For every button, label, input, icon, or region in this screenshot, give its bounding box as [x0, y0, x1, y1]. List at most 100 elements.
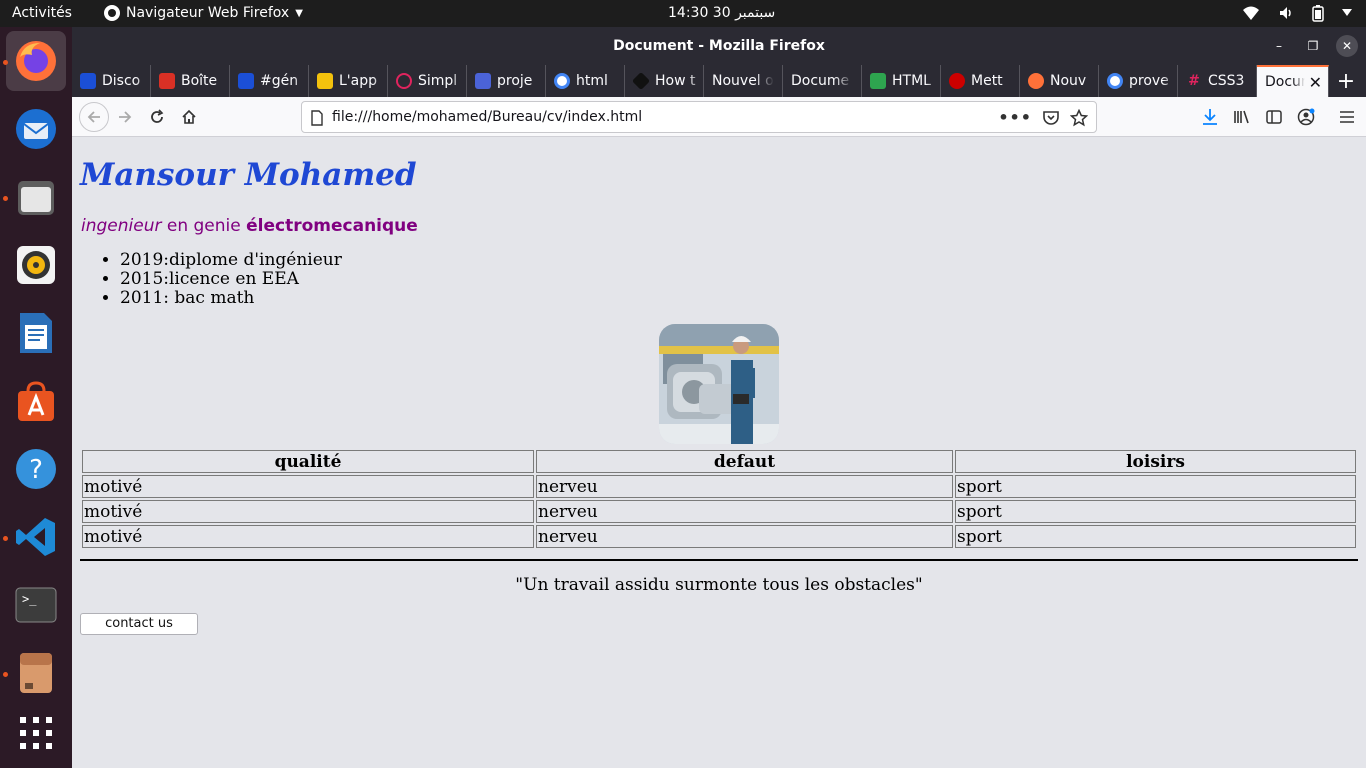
- reload-icon: [151, 109, 164, 123]
- account-button[interactable]: [1293, 104, 1319, 130]
- tab-favicon-icon: [80, 73, 96, 89]
- dock-rhythmbox[interactable]: [6, 235, 66, 295]
- tab[interactable]: html: [546, 65, 625, 97]
- system-tray[interactable]: [1242, 4, 1352, 22]
- tab[interactable]: #gén: [230, 65, 309, 97]
- tab[interactable]: prove: [1099, 65, 1178, 97]
- home-button[interactable]: [176, 104, 202, 130]
- sidebar-icon: [1266, 110, 1282, 124]
- close-tab-icon[interactable]: ✕: [1309, 73, 1322, 92]
- dock-archive[interactable]: [6, 643, 66, 703]
- contact-us-button[interactable]: contact us: [80, 613, 198, 635]
- table-row: motivé nerveu sport: [82, 525, 1356, 548]
- gmail-icon: [159, 73, 175, 89]
- thunderbird-icon: [16, 109, 56, 149]
- tab[interactable]: HTML: [862, 65, 941, 97]
- table-cell: sport: [955, 500, 1356, 523]
- tab-label: #gén: [260, 73, 299, 89]
- running-indicator: [3, 536, 8, 541]
- table-row: motivé nerveu sport: [82, 500, 1356, 523]
- back-button[interactable]: [79, 102, 109, 132]
- slides-icon: [317, 73, 333, 89]
- close-window-button[interactable]: ✕: [1336, 35, 1358, 57]
- activities-button[interactable]: Activités: [12, 5, 72, 21]
- dock-terminal[interactable]: >_: [6, 575, 66, 635]
- table-row: motivé nerveu sport: [82, 475, 1356, 498]
- title-bar[interactable]: Document - Mozilla Firefox – ❐ ✕: [72, 27, 1366, 65]
- tab-label: Docume: [791, 73, 850, 89]
- tab-label: Mett: [971, 73, 1003, 89]
- ubuntu-dock: ? >_: [0, 27, 72, 768]
- firefox-window: Document - Mozilla Firefox – ❐ ✕ Disco B…: [72, 27, 1366, 768]
- dock-show-apps[interactable]: [6, 703, 66, 763]
- tab[interactable]: L'app: [309, 65, 388, 97]
- table-cell: sport: [955, 475, 1356, 498]
- tab[interactable]: How t: [625, 65, 704, 97]
- forward-button[interactable]: [112, 104, 138, 130]
- minimize-button[interactable]: –: [1268, 35, 1290, 57]
- forms-icon: [475, 73, 491, 89]
- libreoffice-writer-icon: [20, 313, 52, 353]
- column-header: loisirs: [955, 450, 1356, 473]
- tab[interactable]: Nouv: [1020, 65, 1099, 97]
- subtitle-italic: ingenieur: [81, 216, 162, 236]
- tab[interactable]: Nouvel o: [704, 65, 783, 97]
- tab[interactable]: # CSS3: [1178, 65, 1257, 97]
- tab-active[interactable]: Docum✕: [1257, 65, 1329, 97]
- app-menu[interactable]: Navigateur Web Firefox ▼: [104, 5, 303, 21]
- clock[interactable]: 14:30 30 سبتمبر: [668, 5, 775, 21]
- tab-bar: Disco Boîte #gén L'app Simpl proje html …: [72, 65, 1366, 97]
- table-cell: motivé: [82, 525, 534, 548]
- new-tab-button[interactable]: +: [1329, 65, 1363, 97]
- firefox-icon: [16, 41, 56, 81]
- downloads-button[interactable]: [1197, 104, 1223, 130]
- page-subtitle: ingenieur en genie électromecanique: [81, 216, 418, 236]
- tab[interactable]: Boîte: [151, 65, 230, 97]
- tab-label: Nouvel o: [712, 73, 774, 89]
- window-title: Document - Mozilla Firefox: [613, 38, 825, 54]
- tab-label: proje: [497, 73, 533, 89]
- list-item: 2015:licence en EEA: [120, 270, 342, 289]
- address-bar[interactable]: file:///home/mohamed/Bureau/cv/index.htm…: [301, 101, 1097, 133]
- terminal-icon: >_: [15, 587, 57, 623]
- quote-text: "Un travail assidu surmonte tous les obs…: [515, 575, 923, 595]
- table-cell: nerveu: [536, 500, 953, 523]
- more-actions-icon[interactable]: •••: [998, 108, 1032, 127]
- sidebar-button[interactable]: [1261, 104, 1287, 130]
- bookmark-star-icon[interactable]: [1070, 108, 1088, 127]
- dock-libreoffice-writer[interactable]: [6, 303, 66, 363]
- pocket-icon[interactable]: [1042, 110, 1060, 126]
- tab-label: Boîte: [181, 73, 218, 89]
- tab-label: Docum: [1265, 74, 1305, 90]
- tab-label: Nouv: [1050, 73, 1087, 89]
- tab[interactable]: Mett: [941, 65, 1020, 97]
- table-cell: motivé: [82, 475, 534, 498]
- rhythmbox-icon: [17, 246, 55, 284]
- tab[interactable]: Simpl: [388, 65, 467, 97]
- tab-label: How t: [655, 73, 696, 89]
- tab[interactable]: Disco: [72, 65, 151, 97]
- show-apps-icon: [20, 717, 52, 749]
- dock-vscode[interactable]: [6, 507, 66, 567]
- dock-files[interactable]: [6, 167, 66, 227]
- reload-button[interactable]: [144, 104, 170, 130]
- dock-help[interactable]: ?: [6, 439, 66, 499]
- dock-firefox[interactable]: [6, 31, 66, 91]
- volume-icon: [1280, 7, 1291, 19]
- firefox-small-icon: [104, 5, 120, 21]
- tab-label: HTML: [892, 73, 931, 89]
- dock-thunderbird[interactable]: [6, 99, 66, 159]
- tab[interactable]: Docume: [783, 65, 862, 97]
- app-menu-label: Navigateur Web Firefox: [126, 5, 290, 21]
- files-icon: [18, 181, 54, 215]
- dock-ubuntu-software[interactable]: [6, 371, 66, 431]
- chevron-down-icon: [1342, 9, 1352, 16]
- menu-button[interactable]: [1334, 104, 1360, 130]
- stackexchange-icon: [631, 71, 651, 91]
- library-button[interactable]: [1229, 104, 1255, 130]
- table-header-row: qualité defaut loisirs: [82, 450, 1356, 473]
- chart-icon: [870, 73, 886, 89]
- svg-text:>_: >_: [22, 592, 37, 606]
- tab[interactable]: proje: [467, 65, 546, 97]
- maximize-button[interactable]: ❐: [1302, 35, 1324, 57]
